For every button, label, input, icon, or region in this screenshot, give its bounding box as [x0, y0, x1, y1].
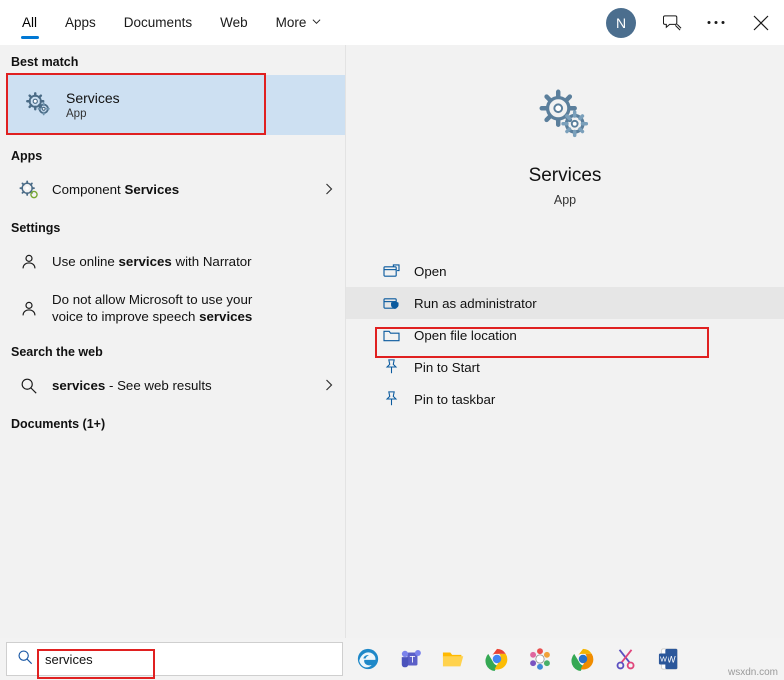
best-match-title: Services	[66, 90, 120, 106]
action-label: Open	[414, 263, 447, 279]
edge-icon[interactable]	[355, 646, 381, 672]
component-services-icon	[14, 180, 44, 200]
search-input-value: services	[45, 651, 93, 667]
best-match-wrapper: Services App	[0, 73, 345, 139]
tab-web[interactable]: Web	[206, 0, 262, 45]
list-item-web-search-services[interactable]: services - See web results	[0, 365, 345, 407]
best-match-result-services[interactable]: Services App	[8, 75, 345, 135]
list-item-label: Do not allow Microsoft to use your voice…	[52, 292, 252, 325]
search-input[interactable]: services	[6, 642, 343, 679]
list-item-label: Component Services	[52, 182, 179, 199]
label-bold: services	[52, 377, 106, 393]
label-suffix: with Narrator	[171, 253, 252, 269]
search-icon	[14, 377, 44, 395]
app-name: Services	[528, 165, 602, 186]
action-open-file-location[interactable]: Open file location	[346, 319, 784, 351]
tab-apps-label: Apps	[65, 15, 96, 30]
search-icon	[17, 649, 33, 670]
folder-icon	[378, 328, 404, 343]
app-type: App	[553, 193, 577, 207]
list-item-speech-services-privacy[interactable]: Do not allow Microsoft to use your voice…	[0, 283, 345, 335]
action-list: Open Run as administrator Open file loca…	[346, 255, 784, 415]
best-match-heading: Best match	[11, 55, 79, 69]
chrome-canary-icon[interactable]	[570, 646, 596, 672]
feedback-icon[interactable]	[650, 0, 694, 45]
pin-icon	[378, 391, 404, 407]
search-flyout: All Apps Documents Web More N Best match…	[0, 0, 784, 680]
label-line2-bold: services	[199, 309, 253, 324]
svg-text:W: W	[667, 655, 676, 665]
top-bar-right: N	[606, 0, 784, 45]
list-item-label: services - See web results	[52, 378, 212, 395]
settings-heading: Settings	[11, 221, 61, 235]
list-item-narrator-online-services[interactable]: Use online services with Narrator	[0, 241, 345, 283]
action-run-as-administrator[interactable]: Run as administrator	[346, 287, 784, 319]
label-line2-prefix: voice to improve speech	[52, 309, 200, 324]
tab-documents-label: Documents	[123, 15, 193, 30]
open-window-icon	[378, 263, 404, 279]
tab-apps[interactable]: Apps	[51, 0, 110, 45]
list-item-component-services[interactable]: Component Services	[0, 169, 345, 211]
documents-heading: Documents (1+)	[11, 417, 106, 431]
tab-more[interactable]: More	[262, 0, 336, 45]
action-open[interactable]: Open	[346, 255, 784, 287]
shield-admin-icon	[378, 296, 404, 311]
services-gears-icon	[22, 90, 56, 120]
file-explorer-icon[interactable]	[441, 646, 467, 672]
action-label: Run as administrator	[414, 295, 537, 311]
apps-heading: Apps	[11, 149, 43, 163]
close-icon[interactable]	[738, 0, 784, 45]
label-bold: Services	[124, 181, 180, 197]
tab-all-label: All	[22, 15, 38, 30]
label-suffix: - See web results	[105, 377, 212, 393]
teams-icon[interactable]: T	[398, 646, 424, 672]
tab-all[interactable]: All	[8, 0, 51, 45]
tab-documents[interactable]: Documents	[110, 0, 206, 45]
snipping-tool-icon[interactable]	[613, 646, 639, 672]
services-gears-icon	[346, 81, 784, 151]
svg-text:T: T	[410, 655, 416, 665]
filter-tabs: All Apps Documents Web More	[0, 0, 335, 45]
action-label: Open file location	[414, 327, 517, 343]
label-line1: Do not allow Microsoft to use your	[52, 292, 253, 308]
svg-text:W: W	[660, 655, 667, 664]
unknown-colorful-icon[interactable]	[527, 646, 553, 672]
best-match-text: Services App	[66, 90, 120, 120]
taskbar: services T W W wsxdn.com	[0, 638, 784, 680]
best-match-subtitle: App	[66, 108, 87, 120]
label-prefix: Component	[52, 181, 125, 197]
action-label: Pin to Start	[414, 359, 480, 375]
preview-pane: Services App Open Run as administrator O…	[345, 45, 784, 638]
top-bar: All Apps Documents Web More N	[0, 0, 784, 45]
chrome-icon[interactable]	[484, 646, 510, 672]
tab-web-label: Web	[220, 15, 248, 30]
settings-person-icon	[14, 252, 44, 272]
pin-icon	[378, 359, 404, 375]
settings-person-icon	[14, 299, 44, 319]
action-pin-to-taskbar[interactable]: Pin to taskbar	[346, 383, 784, 415]
chevron-right-icon[interactable]	[325, 379, 333, 394]
action-pin-to-start[interactable]: Pin to Start	[346, 351, 784, 383]
tab-more-label: More	[275, 15, 307, 30]
action-label: Pin to taskbar	[414, 391, 496, 407]
avatar-initial: N	[615, 14, 627, 31]
app-hero: Services App	[346, 45, 784, 207]
avatar[interactable]: N	[606, 7, 636, 38]
label-bold: services	[118, 253, 172, 269]
list-item-label: Use online services with Narrator	[52, 254, 252, 271]
web-heading: Search the web	[11, 345, 103, 359]
taskbar-icons: T W W	[355, 646, 682, 672]
ellipsis-icon[interactable]	[694, 0, 738, 45]
results-pane: Best match Services App Apps Component S…	[0, 45, 345, 638]
chevron-down-icon	[312, 17, 321, 28]
label-prefix: Use online	[52, 253, 119, 269]
watermark: wsxdn.com	[727, 667, 778, 678]
chevron-right-icon[interactable]	[325, 183, 333, 198]
word-icon[interactable]: W W	[656, 646, 682, 672]
